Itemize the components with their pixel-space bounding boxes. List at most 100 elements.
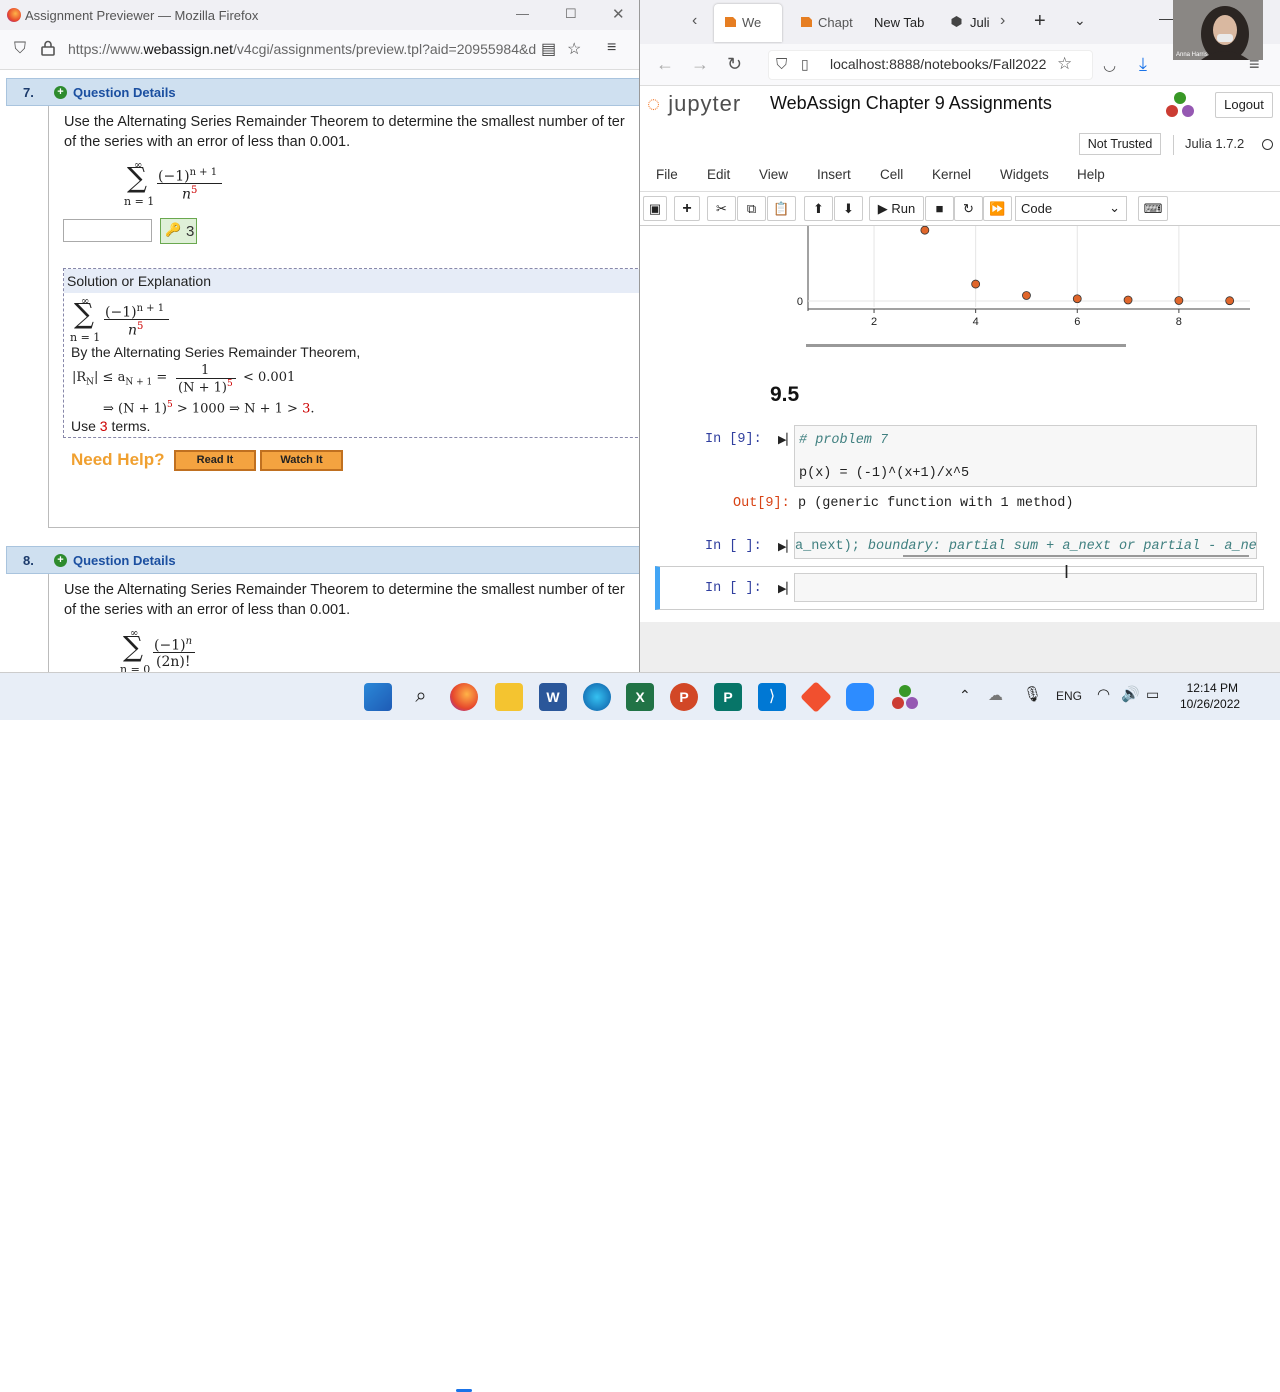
restart-run-all-icon[interactable]: ⏩ [983, 196, 1012, 221]
jupyter-logo[interactable]: ◌ jupyter [647, 91, 741, 117]
word-icon[interactable]: W [539, 683, 567, 711]
edge-icon[interactable] [583, 683, 611, 711]
vscode-icon[interactable]: ⟩ [758, 683, 786, 711]
insert-cell-plus-icon[interactable]: + [674, 196, 700, 221]
minimize-icon[interactable]: — [516, 6, 529, 21]
page-icon[interactable]: ▯ [801, 56, 809, 73]
excel-icon[interactable]: X [626, 683, 654, 711]
menu-file[interactable]: File [656, 167, 678, 182]
menu-view[interactable]: View [759, 167, 788, 182]
menu-help[interactable]: Help [1077, 167, 1105, 182]
question-details-link[interactable]: Question Details [73, 85, 176, 100]
question-details-link[interactable]: Question Details [73, 553, 176, 568]
run-cell-icon[interactable]: ▶▏ [778, 540, 795, 553]
cell-scrollbar[interactable] [903, 555, 1249, 557]
expand-plus-icon[interactable]: + [54, 554, 67, 567]
expand-plus-icon[interactable]: + [54, 86, 67, 99]
tab-webassign[interactable]: We [724, 8, 780, 38]
content-border-bottom [48, 527, 639, 528]
microphone-icon[interactable]: 🎙 [1023, 685, 1042, 703]
tabs-scroll-right-icon[interactable]: › [1000, 12, 1005, 30]
git-icon[interactable] [800, 681, 832, 713]
q8-sum-symbol: ∑ [123, 630, 143, 663]
file-explorer-icon[interactable] [495, 683, 523, 711]
back-arrow-icon[interactable]: ← [656, 54, 674, 75]
code-cell-empty[interactable] [794, 573, 1257, 602]
answer-input[interactable] [63, 219, 152, 242]
search-icon[interactable]: ⌕ [407, 683, 435, 711]
volume-icon[interactable]: 🔊 [1121, 685, 1140, 703]
zoom-icon[interactable] [846, 683, 874, 711]
julia-taskbar-icon[interactable] [891, 683, 919, 711]
menu-insert[interactable]: Insert [817, 167, 851, 182]
save-icon[interactable]: ▣ [643, 196, 667, 221]
close-icon[interactable]: ✕ [612, 5, 625, 23]
menu-hamburger-icon[interactable]: ≡ [607, 39, 616, 57]
download-icon[interactable]: ⤓ [1139, 54, 1147, 75]
tab-list-chevron-icon[interactable]: ⌄ [1074, 12, 1086, 29]
wifi-icon[interactable]: ◠ [1097, 685, 1110, 703]
reload-icon[interactable]: ↻ [727, 54, 742, 75]
menu-widgets[interactable]: Widgets [1000, 167, 1049, 182]
minimize-icon[interactable]: — [1159, 10, 1173, 26]
url-text[interactable]: https://www.webassign.net/v4cgi/assignme… [68, 41, 536, 57]
cell-type-select[interactable]: Code ⌄ [1015, 196, 1127, 221]
run-cell-icon[interactable]: ▶▏ [778, 433, 795, 446]
output-scrollbar[interactable] [806, 344, 1126, 347]
tab-julia[interactable]: Juli [950, 8, 995, 38]
bookmark-star-icon[interactable]: ☆ [1057, 54, 1072, 74]
tray-chevron-up-icon[interactable]: ⌃ [959, 687, 971, 704]
run-button[interactable]: ▶ Run [869, 196, 924, 221]
url-prefix: https://www. [68, 41, 144, 57]
code-cell-9[interactable]: # problem 7 p(x) = (-1)^(x+1)/x^5 [794, 425, 1257, 487]
taskbar-clock[interactable]: 12:14 PM 10/26/2022 [1180, 680, 1240, 712]
code-comment: boundary: partial sum + a_next or partia… [859, 539, 1257, 554]
question-8-header[interactable]: 8. + Question Details [6, 546, 639, 574]
code-fragment: a_next); [795, 539, 860, 554]
publisher-icon[interactable]: P [714, 683, 742, 711]
move-down-arrow-icon[interactable]: ⬇ [834, 196, 863, 221]
tab-chapter[interactable]: Chapt [800, 8, 860, 38]
reader-view-icon[interactable]: ▤ [541, 39, 556, 59]
menu-kernel[interactable]: Kernel [932, 167, 971, 182]
onedrive-cloud-icon[interactable]: ☁ [988, 686, 1003, 704]
shield-icon[interactable]: ⛉ [776, 56, 787, 73]
cell-in-prompt: In [ ]: [705, 539, 762, 554]
question-7-header[interactable]: 7. + Question Details [6, 78, 639, 106]
tabs-scroll-left-icon[interactable]: ‹ [692, 12, 697, 30]
run-cell-icon[interactable]: ▶▏ [778, 582, 795, 595]
lock-icon[interactable] [41, 40, 55, 56]
forward-arrow-icon[interactable]: → [691, 54, 709, 75]
read-it-button[interactable]: Read It [174, 450, 256, 471]
pocket-icon[interactable]: ◡ [1103, 56, 1116, 74]
restart-kernel-icon[interactable]: ↻ [954, 196, 983, 221]
powerpoint-icon[interactable]: P [670, 683, 698, 711]
not-trusted-button[interactable]: Not Trusted [1079, 133, 1161, 155]
url-text[interactable]: localhost:8888/notebooks/Fall2022 [830, 56, 1046, 72]
notebook-title[interactable]: WebAssign Chapter 9 Assignments [770, 93, 1052, 114]
stop-square-icon[interactable]: ■ [925, 196, 954, 221]
battery-icon[interactable]: ▭ [1146, 686, 1159, 703]
menu-cell[interactable]: Cell [880, 167, 903, 182]
maximize-icon[interactable]: ☐ [565, 6, 577, 22]
paste-icon[interactable]: 📋 [767, 196, 796, 221]
logout-button[interactable]: Logout [1215, 92, 1273, 118]
start-windows-icon[interactable] [364, 683, 392, 711]
copy-icon[interactable]: ⧉ [737, 196, 766, 221]
watch-it-button[interactable]: Watch It [260, 450, 343, 471]
cut-scissors-icon[interactable]: ✂ [707, 196, 736, 221]
cell-type-value: Code [1021, 201, 1053, 216]
url-bar: ⛉ https://www.webassign.net/v4cgi/assign… [0, 30, 639, 70]
language-indicator[interactable]: ENG [1056, 689, 1082, 703]
sol-frac-exp: 5 [226, 379, 233, 389]
command-palette-keyboard-icon[interactable]: ⌨ [1138, 196, 1168, 221]
move-up-arrow-icon[interactable]: ⬆ [804, 196, 833, 221]
bookmark-star-icon[interactable]: ☆ [567, 39, 581, 59]
shield-icon[interactable]: ⛉ [14, 40, 26, 58]
new-tab-plus-icon[interactable]: + [1034, 10, 1046, 33]
code-cell-a[interactable]: a_next); boundary: partial sum + a_next … [794, 532, 1257, 559]
menu-edit[interactable]: Edit [707, 167, 730, 182]
answer-key-badge[interactable]: 🔑 3 [160, 218, 197, 244]
firefox-taskbar-icon[interactable] [450, 683, 478, 711]
tab-new-tab[interactable]: New Tab [874, 8, 944, 38]
